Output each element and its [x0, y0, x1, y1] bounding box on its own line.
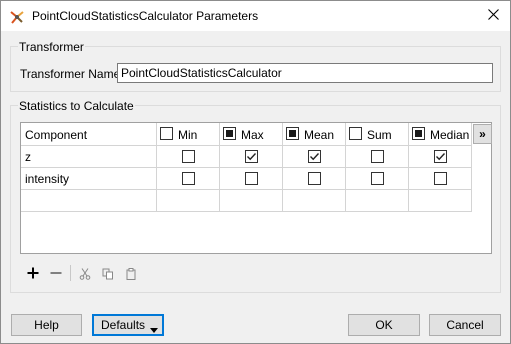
defaults-button-label: Defaults [101, 318, 146, 332]
row-z-mean-checkbox[interactable] [308, 150, 321, 163]
row-intensity-min-cell [157, 168, 220, 190]
row-intensity-median-checkbox[interactable] [434, 172, 447, 185]
row-intensity-min-checkbox[interactable] [182, 172, 195, 185]
row-intensity-mean-cell [283, 168, 346, 190]
row-intensity-sum-checkbox[interactable] [371, 172, 384, 185]
header-max-checkbox[interactable] [223, 127, 236, 140]
empty-row-cell[interactable] [21, 190, 157, 212]
help-button[interactable]: Help [11, 314, 82, 336]
row-z-sum-cell [346, 146, 409, 168]
row-intensity-max-cell [220, 168, 283, 190]
plus-icon[interactable] [26, 266, 40, 280]
defaults-button[interactable]: Defaults [92, 314, 164, 336]
header-sum-checkbox[interactable] [349, 127, 362, 140]
transformer-group-title: Transformer [18, 40, 85, 54]
header-cell-mean: Mean [283, 123, 346, 146]
header-cell-sum: Sum [346, 123, 409, 146]
cancel-button[interactable]: Cancel [429, 314, 501, 336]
toolbar-separator [70, 265, 71, 281]
empty-row-cell [283, 190, 346, 212]
row-intensity-median-cell [409, 168, 472, 190]
row-z-min-cell [157, 146, 220, 168]
title-bar: PointCloudStatisticsCalculator Parameter… [1, 1, 510, 31]
close-icon [487, 9, 499, 23]
header-component-label: Component [25, 128, 88, 142]
statistics-group-title: Statistics to Calculate [18, 99, 135, 113]
header-cell-min: Min [157, 123, 220, 146]
header-median-label: Median [430, 128, 470, 142]
table-row-component[interactable]: intensity [21, 168, 157, 190]
row-z-max-cell [220, 146, 283, 168]
header-mean-label: Mean [304, 128, 335, 142]
header-max-label: Max [241, 128, 264, 142]
header-min-checkbox[interactable] [160, 127, 173, 140]
fme-transformer-icon [9, 9, 25, 25]
scissors-icon[interactable] [78, 267, 92, 281]
header-median-checkbox[interactable] [412, 127, 425, 140]
empty-row-cell [346, 190, 409, 212]
ok-button[interactable]: OK [348, 314, 420, 336]
paste-icon[interactable] [124, 267, 138, 281]
copy-icon[interactable] [101, 267, 115, 281]
header-mean-checkbox[interactable] [286, 127, 299, 140]
window-title: PointCloudStatisticsCalculator Parameter… [32, 9, 259, 23]
cancel-button-label: Cancel [446, 318, 484, 332]
empty-row-cell [409, 190, 472, 212]
more-columns-button[interactable]: » [473, 124, 492, 144]
table-row-component[interactable]: z [21, 146, 157, 168]
header-cell-median: Median [409, 123, 472, 146]
row-intensity-max-checkbox[interactable] [245, 172, 258, 185]
header-min-label: Min [178, 128, 198, 142]
header-cell-max: Max [220, 123, 283, 146]
close-button[interactable] [476, 1, 510, 31]
row-z-mean-cell [283, 146, 346, 168]
row-z-max-checkbox[interactable] [245, 150, 258, 163]
minus-icon[interactable] [49, 266, 63, 280]
empty-row-cell [220, 190, 283, 212]
row-component-intensity: intensity [25, 172, 70, 186]
empty-row-cell [157, 190, 220, 212]
statistics-table[interactable]: Component Min Max Mean Sum Median z inte… [20, 122, 492, 254]
transformer-name-input[interactable]: PointCloudStatisticsCalculator [117, 63, 493, 83]
header-cell-component: Component [21, 123, 157, 146]
dialog-window: PointCloudStatisticsCalculator Parameter… [0, 0, 511, 344]
dropdown-arrow-icon [150, 322, 158, 336]
row-z-median-checkbox[interactable] [434, 150, 447, 163]
ok-button-label: OK [375, 318, 393, 332]
row-intensity-sum-cell [346, 168, 409, 190]
row-component-z: z [25, 150, 31, 164]
header-sum-label: Sum [367, 128, 392, 142]
row-z-median-cell [409, 146, 472, 168]
row-intensity-mean-checkbox[interactable] [308, 172, 321, 185]
row-z-sum-checkbox[interactable] [371, 150, 384, 163]
row-z-min-checkbox[interactable] [182, 150, 195, 163]
transformer-name-label: Transformer Name: [20, 67, 124, 81]
help-button-label: Help [34, 318, 59, 332]
